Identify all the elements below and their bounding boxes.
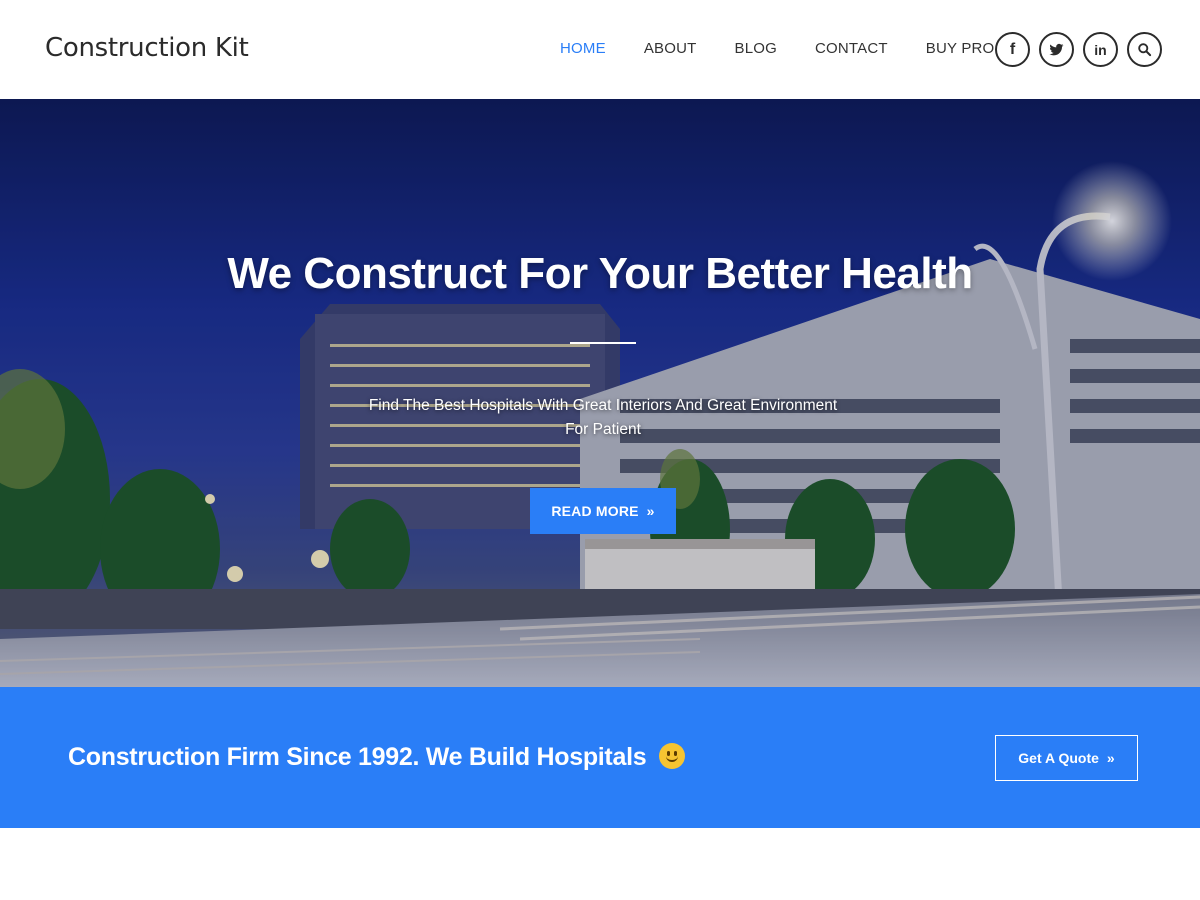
nav-item-contact[interactable]: CONTACT <box>815 40 888 57</box>
get-a-quote-label: Get A Quote <box>1018 750 1099 766</box>
main-nav: HOME ABOUT BLOG CONTACT BUY PRO <box>560 40 994 57</box>
linkedin-icon[interactable]: in <box>1083 32 1118 67</box>
search-icon[interactable] <box>1127 32 1162 67</box>
hero-background-image <box>0 99 1200 687</box>
facebook-icon[interactable]: f <box>995 32 1030 67</box>
nav-item-blog[interactable]: BLOG <box>735 40 777 57</box>
nav-item-buy-pro[interactable]: BUY PRO <box>926 40 995 57</box>
cta-heading: Construction Firm Since 1992. We Build H… <box>68 743 685 772</box>
hero-title: We Construct For Your Better Health <box>227 249 973 298</box>
smiley-icon <box>658 743 685 769</box>
smiley-mouth <box>665 755 678 762</box>
nav-item-home[interactable]: HOME <box>560 40 606 57</box>
linkedin-glyph: in <box>1094 41 1107 58</box>
social-links: f in <box>995 32 1162 67</box>
magnifier-shape <box>1138 43 1152 57</box>
twitter-icon[interactable] <box>1039 32 1074 67</box>
double-chevron-right-icon: » <box>1106 750 1115 766</box>
get-a-quote-button[interactable]: Get A Quote » <box>995 735 1138 781</box>
hero-divider <box>570 342 636 344</box>
double-chevron-right-icon: » <box>646 503 655 519</box>
hero-subtitle: Find The Best Hospitals With Great Inter… <box>368 397 838 438</box>
read-more-label: READ MORE <box>551 503 639 519</box>
nav-item-about[interactable]: ABOUT <box>644 40 697 57</box>
site-title-link[interactable]: Construction Kit <box>45 33 249 63</box>
site-header: Construction Kit HOME ABOUT BLOG CONTACT… <box>0 0 1200 99</box>
hero-section: We Construct For Your Better Health Find… <box>0 99 1200 687</box>
cta-heading-text: Construction Firm Since 1992. We Build H… <box>68 743 647 771</box>
read-more-button[interactable]: READ MORE » <box>530 488 676 534</box>
twitter-bird-shape <box>1049 43 1064 56</box>
cta-banner: Construction Firm Since 1992. We Build H… <box>0 687 1200 828</box>
facebook-glyph: f <box>1009 40 1016 58</box>
